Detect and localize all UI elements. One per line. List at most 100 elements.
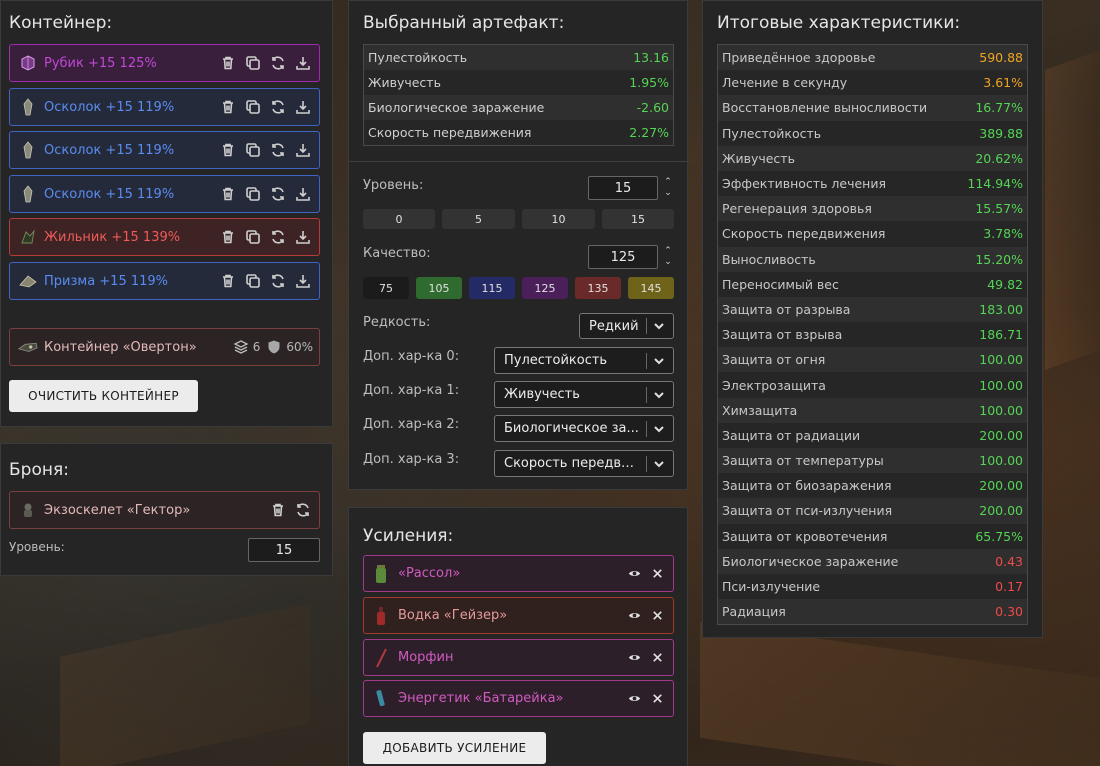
swap-icon[interactable] [294,502,311,519]
eye-icon[interactable] [628,692,641,705]
copy-icon[interactable] [244,186,261,203]
swap-icon[interactable] [269,229,286,246]
chevron-down-icon [653,320,665,332]
armor-level-input[interactable]: 15 [248,538,320,562]
clear-container-button[interactable]: ОЧИСТИТЬ КОНТЕЙНЕР [9,380,198,412]
close-icon[interactable] [651,609,664,622]
download-icon[interactable] [294,99,311,116]
total-stat-value: 0.43 [995,553,1023,569]
trash-icon[interactable] [219,142,236,159]
download-icon[interactable] [294,186,311,203]
total-stat-value: 0.30 [995,604,1023,620]
container-slot[interactable]: Осколок +15 119% [9,175,320,213]
eye-icon[interactable] [628,567,641,580]
copy-icon[interactable] [244,55,261,72]
extra-stat-select[interactable]: Живучесть [494,381,674,408]
trash-icon[interactable] [219,186,236,203]
container-slot[interactable]: Осколок +15 119% [9,131,320,169]
extra-stat-select[interactable]: Скорость передви... [494,450,674,477]
stat-row: Живучесть 1.95% [364,70,673,95]
level-label: Уровень: [363,178,424,193]
layers-icon [233,340,249,354]
container-slot[interactable]: Жильник +15 139% [9,218,320,256]
download-icon[interactable] [294,229,311,246]
quality-input[interactable]: 125 [588,245,658,269]
copy-icon[interactable] [244,99,261,116]
quality-label: Качество: [363,246,431,261]
stat-name: Пулестойкость [368,50,468,65]
swap-icon[interactable] [269,186,286,203]
swap-icon[interactable] [269,55,286,72]
quality-preset[interactable]: 145 [628,277,674,299]
total-stat-value: 200.00 [979,427,1023,443]
quality-preset[interactable]: 135 [575,277,621,299]
level-input[interactable]: 15 [588,176,658,200]
boost-item[interactable]: Морфин [363,639,674,676]
download-icon[interactable] [294,273,311,290]
download-icon[interactable] [294,55,311,72]
trash-icon[interactable] [219,99,236,116]
container-slot[interactable]: Призма +15 119% [9,262,320,300]
trash-icon[interactable] [219,273,236,290]
quality-preset[interactable]: 125 [522,277,568,299]
exoskeleton-icon [18,500,38,520]
level-preset[interactable]: 15 [602,209,674,229]
container-item[interactable]: Контейнер «Овертон» 6 60% [9,328,320,366]
swap-icon[interactable] [269,142,286,159]
trash-icon[interactable] [219,55,236,72]
close-icon[interactable] [651,651,664,664]
container-slot[interactable]: Рубик +15 125% [9,44,320,82]
trash-icon[interactable] [219,229,236,246]
quality-preset[interactable]: 105 [416,277,462,299]
total-stat-value: 49.82 [987,276,1023,292]
boosts-title: Усиления: [363,526,454,546]
extra-stat-select[interactable]: Пулестойкость [494,347,674,374]
quality-preset[interactable]: 75 [363,277,409,299]
boost-item[interactable]: Энергетик «Батарейка» [363,680,674,717]
total-stat-row: Химзащита 100.00 [718,397,1027,423]
close-icon[interactable] [651,567,664,580]
boost-item[interactable]: «Рассол» [363,555,674,592]
total-stat-row: Защита от огня 100.00 [718,347,1027,373]
close-icon[interactable] [651,692,664,705]
boost-label: «Рассол» [398,566,461,581]
level-stepper[interactable]: ⌃ ⌄ [662,177,674,199]
container-slot[interactable]: Осколок +15 119% [9,88,320,126]
total-stat-value: 186.71 [979,327,1023,343]
eye-icon[interactable] [628,609,641,622]
download-icon[interactable] [294,142,311,159]
total-stat-name: Живучесть [722,150,795,166]
copy-icon[interactable] [244,142,261,159]
rarity-select[interactable]: Редкий [579,313,674,339]
chevron-down-icon [653,389,665,401]
quality-stepper[interactable]: ⌃ ⌄ [662,246,674,268]
level-preset[interactable]: 0 [363,209,435,229]
swap-icon[interactable] [269,273,286,290]
total-stat-value: 389.88 [979,125,1023,141]
armor-level-label: Уровень: [9,540,65,554]
swap-icon[interactable] [269,99,286,116]
armor-item[interactable]: Экзоскелет «Гектор» [9,491,320,529]
total-stat-value: 100.00 [979,402,1023,418]
divider [349,161,689,162]
container-item-label: Контейнер «Овертон» [44,339,197,355]
total-stat-name: Защита от разрыва [722,301,851,317]
total-stat-name: Защита от пси-излучения [722,503,893,519]
container-protection: 60% [266,339,313,355]
slot-label: Призма +15 119% [44,273,169,289]
level-preset[interactable]: 10 [522,209,595,229]
eye-icon[interactable] [628,651,641,664]
total-stat-row: Защита от радиации 200.00 [718,422,1027,448]
copy-icon[interactable] [244,229,261,246]
trash-icon[interactable] [269,502,286,519]
copy-icon[interactable] [244,273,261,290]
total-stat-row: Выносливость 15.20% [718,246,1027,272]
level-preset[interactable]: 5 [442,209,515,229]
boost-item[interactable]: Водка «Гейзер» [363,597,674,634]
total-stat-name: Скорость передвижения [722,226,886,242]
add-boost-button[interactable]: ДОБАВИТЬ УСИЛЕНИЕ [363,732,546,764]
extra-stat-select[interactable]: Биологическое за... [494,415,674,442]
quality-preset[interactable]: 115 [469,277,515,299]
energy-drink-icon [376,689,385,706]
stat-value: -2.60 [636,100,669,115]
